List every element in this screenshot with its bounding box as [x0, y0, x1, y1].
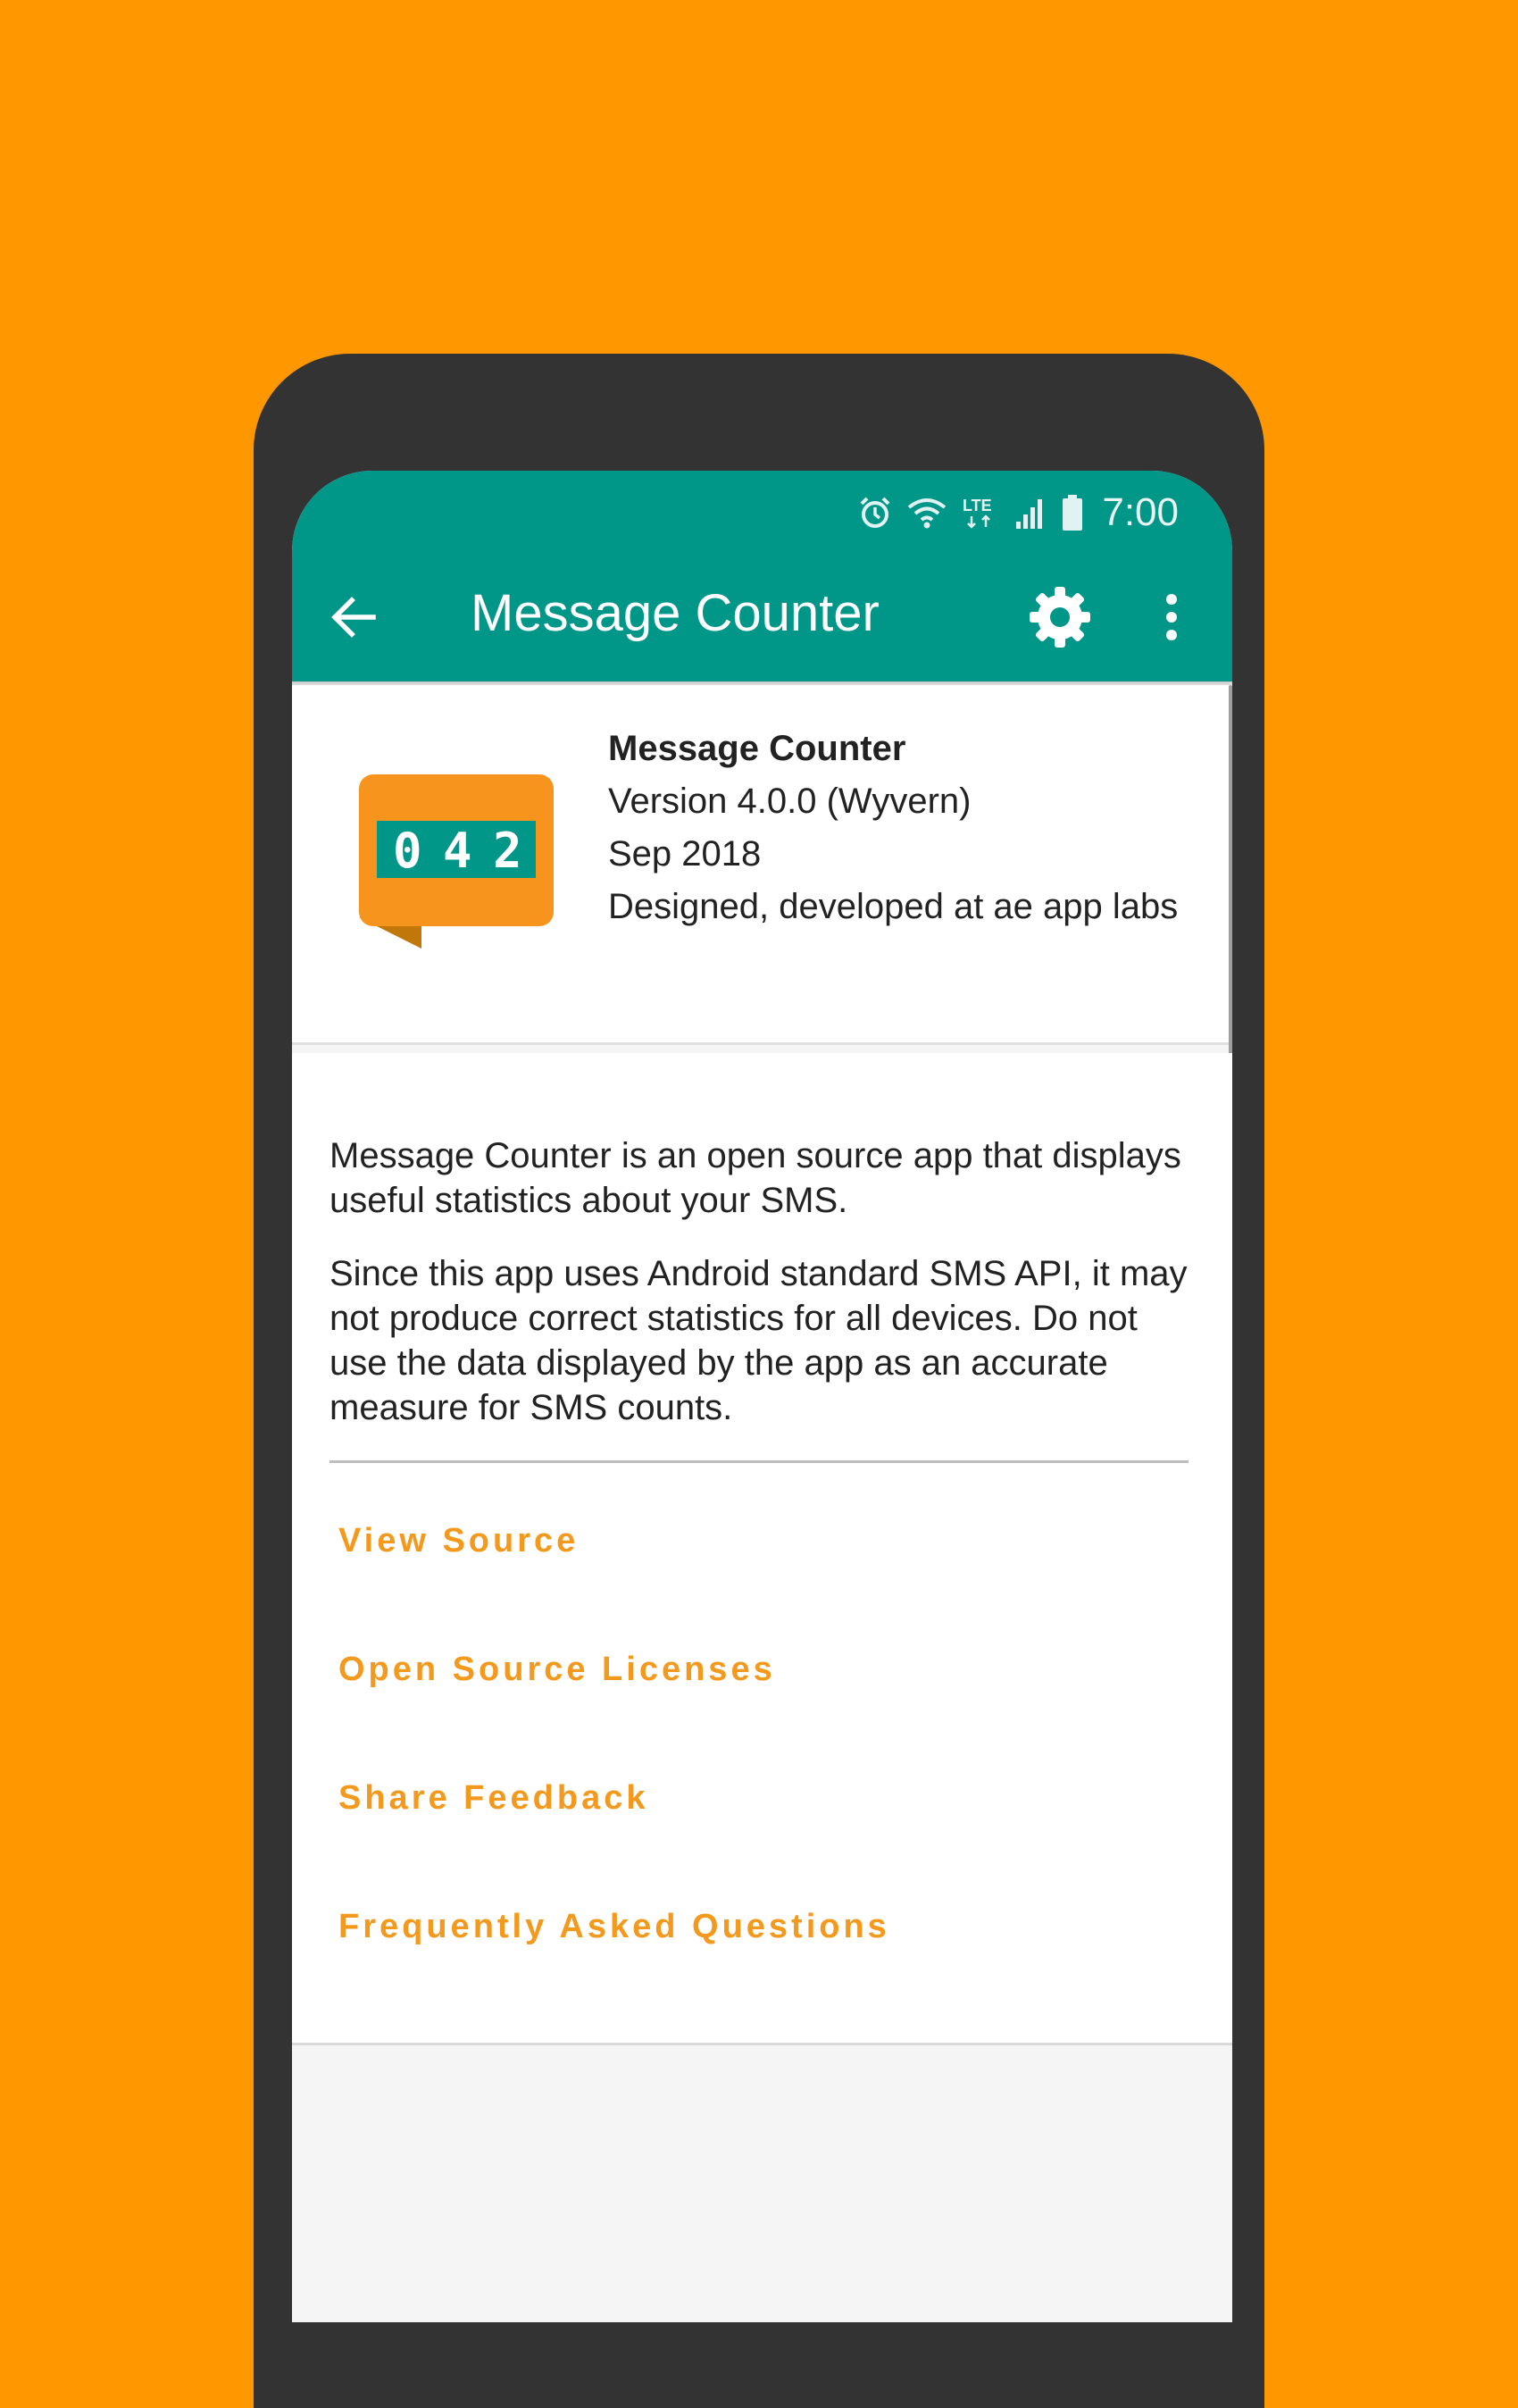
about-card: Message Counter is an open source app th… [292, 1053, 1232, 2045]
back-button[interactable] [322, 589, 383, 649]
arrow-back-icon [329, 593, 377, 646]
battery-icon [1061, 494, 1084, 531]
status-time: 7:00 [1102, 490, 1179, 534]
wifi-icon [905, 495, 948, 531]
app-version: Version 4.0.0 (Wyvern) [608, 782, 972, 821]
faq-link[interactable]: Frequently Asked Questions [338, 1908, 890, 1946]
description-paragraph-1: Message Counter is an open source app th… [329, 1136, 1181, 1220]
app-screen: LTE 7:00 Message Counter 0 4 2 Message C… [292, 471, 1232, 2322]
open-source-licenses-link[interactable]: Open Source Licenses [338, 1651, 776, 1689]
alarm-icon [857, 495, 893, 531]
app-credits: Designed, developed at ae app labs [608, 887, 1179, 926]
settings-button[interactable] [1024, 583, 1096, 655]
app-bar: LTE 7:00 Message Counter [292, 471, 1232, 681]
share-feedback-link[interactable]: Share Feedback [338, 1779, 648, 1818]
app-name: Message Counter [608, 729, 906, 768]
svg-text:2: 2 [493, 823, 522, 879]
status-bar: LTE 7:00 [857, 481, 1179, 544]
svg-text:0: 0 [393, 823, 422, 879]
description-paragraph-2: Since this app uses Android standard SMS… [329, 1254, 1188, 1427]
page-title: Message Counter [471, 584, 880, 642]
toolbar: Message Counter [292, 556, 1232, 681]
overflow-menu-button[interactable] [1149, 583, 1194, 655]
lte-icon: LTE [961, 495, 1002, 531]
app-info-text: Message Counter Version 4.0.0 (Wyvern) S… [608, 723, 1178, 933]
gear-icon [1027, 584, 1093, 655]
more-vert-icon [1163, 590, 1180, 648]
divider [329, 1460, 1189, 1463]
view-source-link[interactable]: View Source [338, 1522, 579, 1560]
svg-text:LTE: LTE [963, 497, 992, 514]
scroll-indicator [1229, 685, 1232, 1060]
svg-text:4: 4 [443, 823, 472, 879]
app-logo-icon: 0 4 2 [359, 774, 555, 962]
app-info-card: 0 4 2 Message Counter Version 4.0.0 (Wyv… [292, 685, 1232, 1045]
app-date: Sep 2018 [608, 834, 762, 874]
signal-icon [1014, 495, 1048, 531]
